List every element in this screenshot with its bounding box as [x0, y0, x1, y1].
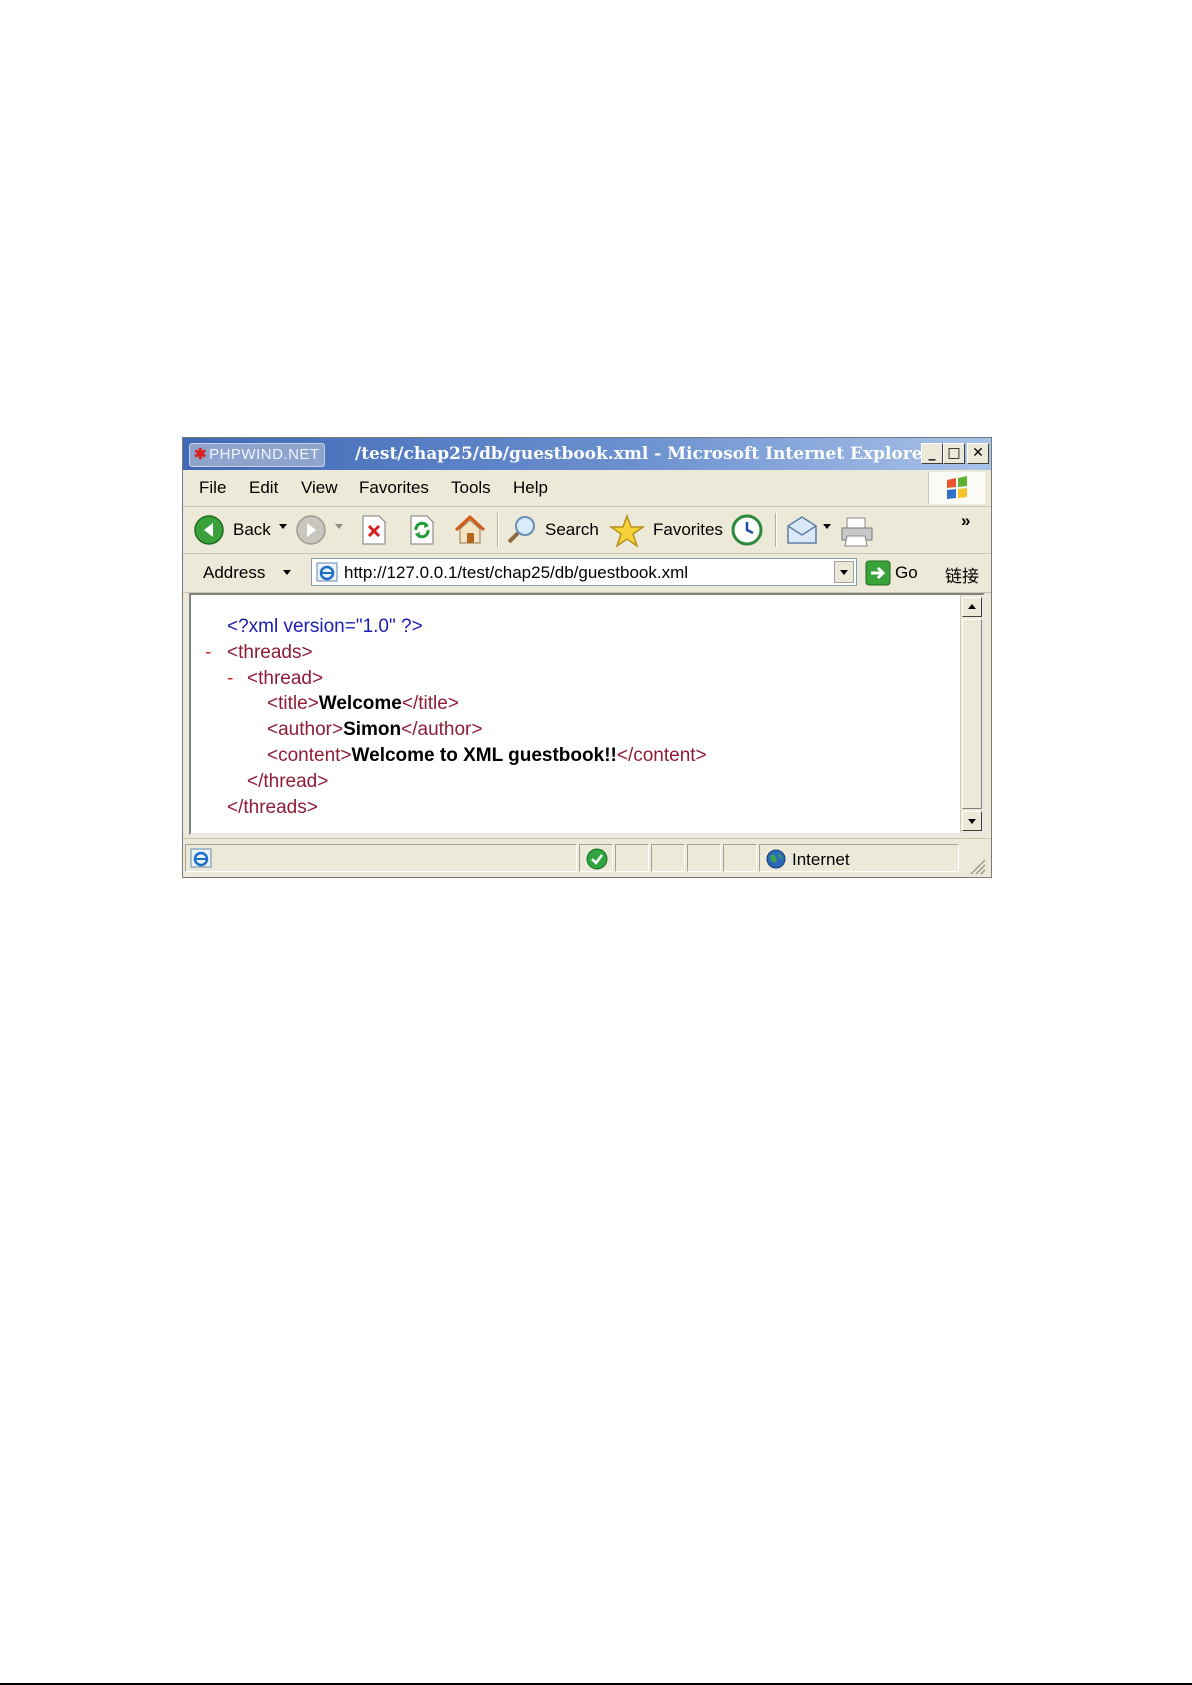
- watermark-text: PHPWIND.NET: [209, 446, 320, 463]
- star-icon: ✱: [194, 446, 208, 463]
- resize-grip-icon[interactable]: [967, 856, 987, 876]
- refresh-button[interactable]: [407, 514, 437, 546]
- windows-logo-icon: [928, 472, 985, 504]
- search-icon: [507, 516, 535, 544]
- xml-content-element: <content>Welcome to XML guestbook!!</con…: [267, 744, 707, 768]
- xml-threads-close: </threads>: [227, 797, 318, 818]
- search-label: Search: [545, 520, 599, 539]
- status-bar: Internet: [183, 838, 991, 877]
- xml-author-element: <author>Simon</author>: [267, 718, 482, 742]
- history-button[interactable]: [729, 514, 765, 546]
- title-bar[interactable]: ✱ PHPWIND.NET /test/chap25/db/guestbook.x…: [183, 438, 991, 470]
- toolbar-separator: [497, 513, 499, 547]
- scroll-up-button[interactable]: [962, 597, 982, 617]
- stop-button[interactable]: [359, 514, 389, 546]
- mail-button[interactable]: [785, 514, 819, 546]
- xml-tag: </content>: [616, 745, 707, 766]
- address-label: Address: [203, 563, 266, 582]
- back-dropdown-icon[interactable]: [279, 524, 287, 529]
- back-label: Back: [233, 520, 271, 539]
- status-cell: [723, 844, 757, 872]
- menu-bar: File Edit View Favorites Tools Help: [183, 470, 991, 507]
- mail-dropdown-icon[interactable]: [823, 524, 831, 529]
- xml-author-value: Simon: [343, 719, 402, 740]
- go-label: Go: [895, 563, 918, 582]
- maximize-button[interactable]: □: [943, 443, 965, 464]
- address-dropdown-button[interactable]: [834, 561, 854, 583]
- scroll-thumb[interactable]: [962, 619, 982, 809]
- check-icon: [586, 848, 608, 870]
- xml-tag: </title>: [401, 693, 459, 714]
- favorites-label: Favorites: [653, 520, 723, 539]
- favorites-star-icon: [609, 514, 645, 548]
- xml-declaration: <?xml version="1.0" ?>: [227, 616, 423, 637]
- xml-content-pane: <?xml version="1.0" ?> - <threads> - <th…: [189, 593, 985, 835]
- collapse-thread-button[interactable]: -: [227, 667, 233, 691]
- links-button[interactable]: 链接: [945, 562, 979, 587]
- home-button[interactable]: [453, 514, 487, 546]
- chevron-up-icon: [968, 604, 976, 609]
- window-title: /test/chap25/db/guestbook.xml - Microsof…: [355, 444, 932, 464]
- xml-thread-open: <thread>: [247, 668, 324, 689]
- xml-title-value: Welcome: [318, 693, 402, 714]
- menu-file[interactable]: File: [199, 478, 226, 498]
- toolbar-separator: [775, 513, 777, 547]
- xml-content-value: Welcome to XML guestbook!!: [351, 745, 617, 766]
- menu-help[interactable]: Help: [513, 478, 548, 498]
- back-arrow-icon: [194, 515, 224, 545]
- xml-tag: </author>: [401, 719, 483, 740]
- toolbar: Back Search Favorites »: [183, 507, 991, 554]
- status-zone-cell: Internet: [759, 844, 959, 872]
- go-arrow-icon: [865, 560, 891, 586]
- menu-favorites[interactable]: Favorites: [359, 478, 429, 498]
- forward-button[interactable]: [295, 514, 327, 546]
- xml-thread-close: </thread>: [247, 771, 329, 792]
- status-zone-label: Internet: [792, 850, 850, 869]
- xml-title-element: <title>Welcome</title>: [267, 692, 459, 716]
- menu-edit[interactable]: Edit: [249, 478, 278, 498]
- xml-tag: <content>: [267, 745, 352, 766]
- vertical-scrollbar[interactable]: [960, 595, 983, 833]
- menu-view[interactable]: View: [301, 478, 338, 498]
- xml-threads-open: <threads>: [227, 642, 313, 663]
- ie-page-icon: [316, 562, 338, 582]
- status-text-cell: [185, 844, 577, 872]
- globe-icon: [766, 849, 786, 869]
- forward-dropdown-icon[interactable]: [335, 524, 343, 529]
- close-button[interactable]: ✕: [967, 443, 989, 464]
- minimize-button[interactable]: _: [921, 443, 943, 464]
- browser-window: ✱ PHPWIND.NET /test/chap25/db/guestbook.x…: [182, 437, 992, 878]
- status-cell: [615, 844, 649, 872]
- menu-tools[interactable]: Tools: [451, 478, 491, 498]
- chevron-down-icon: [968, 819, 976, 824]
- address-url: http://127.0.0.1/test/chap25/db/guestboo…: [344, 563, 689, 582]
- address-bar-menu-icon[interactable]: [283, 570, 291, 575]
- title-watermark: ✱ PHPWIND.NET: [189, 443, 325, 467]
- status-cell: [651, 844, 685, 872]
- xml-tag: <author>: [267, 719, 344, 740]
- address-input[interactable]: http://127.0.0.1/test/chap25/db/guestboo…: [311, 558, 857, 586]
- address-bar: Address http://127.0.0.1/test/chap25/db/…: [183, 554, 991, 593]
- toolbar-overflow-button[interactable]: »: [961, 511, 970, 531]
- scroll-down-button[interactable]: [962, 811, 982, 831]
- print-button[interactable]: [839, 514, 875, 548]
- chevron-down-icon: [840, 570, 848, 575]
- status-cell: [687, 844, 721, 872]
- collapse-threads-button[interactable]: -: [205, 641, 211, 665]
- status-secure-cell: [579, 844, 613, 872]
- xml-tag: <title>: [267, 693, 319, 714]
- ie-page-icon: [190, 848, 212, 868]
